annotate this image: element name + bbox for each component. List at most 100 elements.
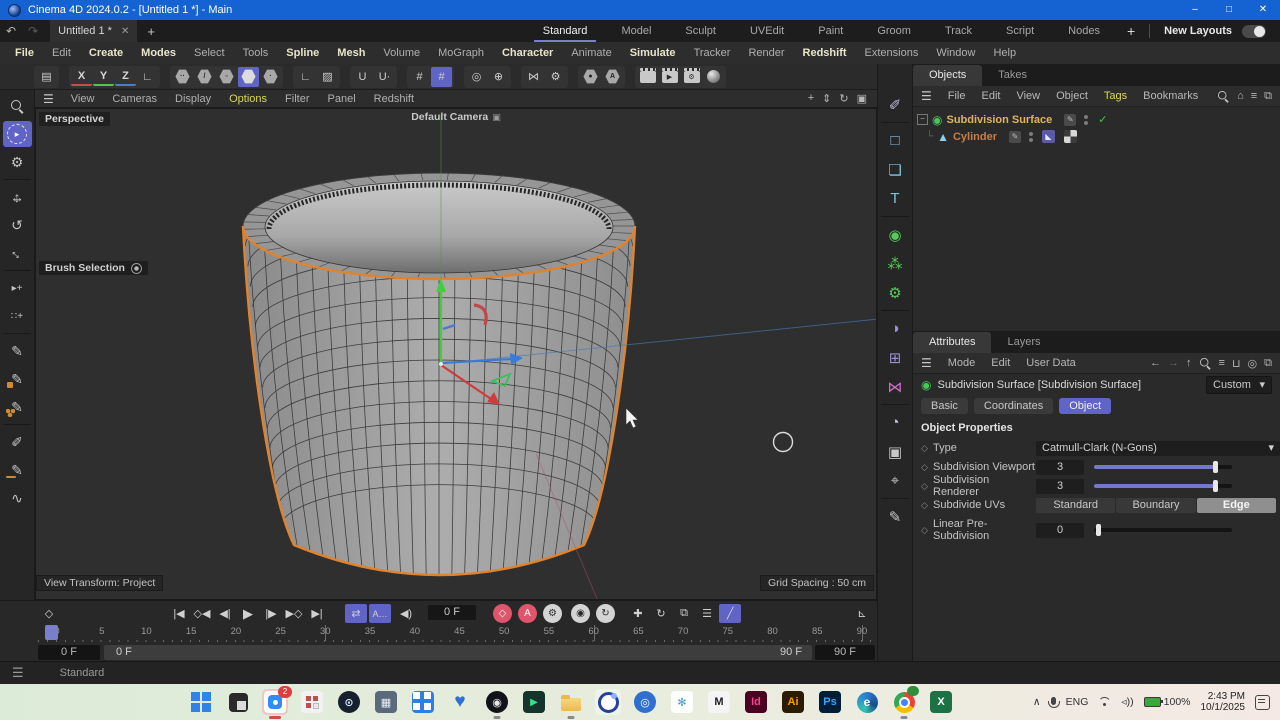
tray-chevron-icon[interactable]: ∧ (1033, 696, 1041, 708)
viewport-menu-filter[interactable]: Filter (276, 93, 318, 105)
om-object[interactable]: Object (1048, 90, 1096, 102)
fields-icon[interactable]: ⋈ (880, 373, 910, 400)
grid-icon[interactable]: # (409, 67, 430, 87)
select-move-icon[interactable]: ▸+ (3, 275, 32, 301)
wifi-icon[interactable] (1098, 697, 1111, 707)
taskbar-obs-studio-icon[interactable]: ◉ (484, 689, 510, 719)
camera-menu-icon[interactable]: ▣ (492, 112, 501, 123)
taskbar-indesign-icon[interactable]: Id (743, 689, 769, 715)
axis-center-icon[interactable]: ⊕ (488, 67, 509, 87)
property-value-field[interactable]: 0 (1036, 522, 1084, 538)
undo-icon[interactable]: ↶ (0, 24, 22, 38)
render-team-icon[interactable]: ⚙ (681, 67, 702, 87)
language-indicator[interactable]: ENG (1066, 696, 1089, 708)
object-mode-icon[interactable]: · (260, 67, 281, 87)
taskbar-photoshop-icon[interactable]: Ps (817, 689, 843, 715)
sculpt-curve-icon[interactable]: ✎ (3, 338, 32, 364)
quantize-icon[interactable]: # (431, 66, 452, 87)
keyframe-mode-button[interactable]: A… (369, 604, 391, 623)
popout-icon[interactable]: ⧉ (1264, 90, 1272, 103)
visibility-dots[interactable] (1084, 114, 1089, 125)
attr-edit[interactable]: Edit (983, 357, 1018, 369)
sound-button[interactable]: ◀) (394, 604, 418, 623)
segment-edge[interactable]: Edge (1196, 497, 1276, 513)
volume-icon[interactable]: ◑ (880, 315, 910, 342)
om-file[interactable]: File (940, 90, 974, 102)
taskbar-filmora-icon[interactable]: ▶ (521, 689, 547, 715)
key-position-toggle[interactable]: ✚ (627, 604, 649, 623)
focus-icon[interactable]: ◎ (1248, 357, 1258, 370)
taskbar-maxon-icon[interactable]: M (706, 689, 732, 715)
preset-dropdown[interactable]: Custom ▾ (1206, 376, 1272, 394)
menu-file[interactable]: File (6, 42, 43, 64)
dolly-icon[interactable]: ⇕ (822, 92, 831, 105)
expand-icon[interactable]: − (917, 114, 928, 125)
symmetry-icon[interactable]: ⋈ (523, 67, 544, 87)
prev-frame-button[interactable]: ◀| (214, 604, 236, 623)
close-tab-icon[interactable]: ✕ (121, 26, 129, 37)
next-key-button[interactable]: ▶◇ (283, 604, 305, 623)
axis-z-icon[interactable]: Z (115, 68, 136, 86)
taskbar-calculator-icon[interactable]: ▦ (373, 689, 399, 715)
new-document-button[interactable]: + (137, 24, 165, 39)
modeling-axis-icon[interactable]: ◎ (466, 67, 487, 87)
section-tab-basic[interactable]: Basic (921, 398, 968, 414)
record-selection-button[interactable]: ◉ (571, 604, 590, 623)
goto-start-button[interactable]: |◀ (168, 604, 190, 623)
coordinate-system-icon[interactable]: ∟ (137, 67, 158, 87)
property-value-field[interactable]: 3 (1036, 478, 1084, 494)
viewport-menu-panel[interactable]: Panel (319, 93, 365, 105)
taskbar-keypad-app-icon[interactable] (299, 689, 325, 715)
viewport-menu-icon[interactable]: ☰ (35, 92, 62, 106)
clock[interactable]: 2:43 PM 10/1/2025 (1201, 691, 1246, 714)
sculpt-points-icon[interactable]: ✎ (3, 394, 32, 420)
taskbar-excel-icon[interactable]: X (928, 689, 954, 715)
tab-objects[interactable]: Objects (913, 65, 983, 86)
property-slider[interactable] (1094, 524, 1232, 536)
taskbar-chatgpt-icon[interactable]: ✻ (669, 689, 695, 715)
segment-standard[interactable]: Standard (1036, 497, 1116, 513)
scale-tool-icon[interactable]: ↔ (0, 234, 36, 273)
segment-boundary[interactable]: Boundary (1116, 497, 1196, 513)
layout-tab-paint[interactable]: Paint (801, 20, 860, 42)
up-icon[interactable]: ↑ (1186, 357, 1192, 369)
tool-settings-icon[interactable]: ⚙ (3, 149, 32, 175)
taskbar-cinema4d-icon[interactable] (595, 689, 621, 715)
keyframe-settings-button[interactable]: ⚙ (543, 604, 562, 623)
generator-icon[interactable]: ◉ (880, 221, 910, 248)
attr-mode[interactable]: Mode (940, 357, 984, 369)
menu-volume[interactable]: Volume (374, 42, 429, 64)
viewport-solo-icon[interactable]: ● (580, 67, 601, 87)
camera-label[interactable]: Default Camera ▣ (411, 111, 501, 123)
display-tag-icon[interactable] (1064, 130, 1077, 143)
make-editable-icon[interactable]: ▤ (36, 67, 57, 87)
viewport-menu-display[interactable]: Display (166, 93, 220, 105)
auto-mode-icon[interactable]: A (602, 67, 623, 87)
document-tab[interactable]: Untitled 1 * ✕ (50, 20, 138, 42)
sculpt-square-icon[interactable]: ✎ (3, 366, 32, 392)
modeling-generator-icon[interactable]: ⁂ (880, 250, 910, 277)
microphone-icon[interactable] (1048, 697, 1061, 708)
view-label[interactable]: Perspective (39, 112, 110, 126)
object-name[interactable]: Cylinder (953, 131, 997, 143)
texture-mode-icon[interactable]: ▨ (317, 67, 338, 87)
next-frame-button[interactable]: |▶ (260, 604, 282, 623)
menu-tracker[interactable]: Tracker (685, 42, 740, 64)
start-frame-field[interactable]: 0 F (38, 645, 100, 660)
record-keyframe-button[interactable]: ◇ (493, 604, 512, 623)
status-menu-icon[interactable]: ☰ (0, 665, 36, 681)
taskbar-blue-app-icon[interactable]: ◎ (632, 689, 658, 715)
enabled-check-icon[interactable]: ✓ (1098, 113, 1107, 126)
preview-range-bar[interactable]: 0 F 90 F (104, 645, 812, 660)
primitive-cube-icon[interactable]: ❏ (880, 156, 910, 183)
animation-dot-icon[interactable]: ◇ (921, 462, 933, 473)
viewport-menu-options[interactable]: Options (220, 93, 276, 105)
layout-tab-model[interactable]: Model (604, 20, 668, 42)
render-settings-icon[interactable] (703, 67, 724, 87)
layout-tab-uvedit[interactable]: UVEdit (733, 20, 801, 42)
menu-tools[interactable]: Tools (234, 42, 278, 64)
menu-help[interactable]: Help (984, 42, 1025, 64)
search-icon[interactable] (1218, 90, 1229, 101)
current-frame-field[interactable]: 0 F (428, 605, 476, 620)
tab-attributes[interactable]: Attributes (913, 332, 992, 353)
